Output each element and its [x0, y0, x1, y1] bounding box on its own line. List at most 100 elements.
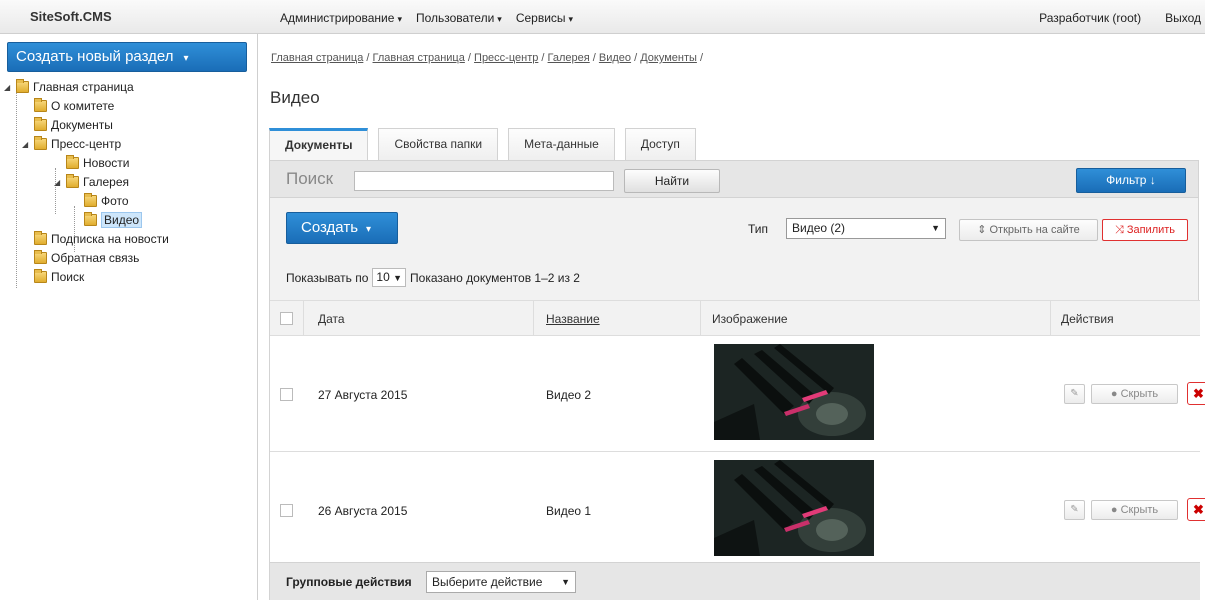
tree-item-feedback[interactable]: Обратная связь — [34, 249, 139, 267]
tree-item-label: Обратная связь — [51, 251, 140, 265]
column-divider — [1050, 301, 1051, 337]
table-header: Дата Название Изображение Действия — [270, 300, 1200, 337]
select-all-checkbox[interactable] — [280, 312, 293, 325]
folder-icon — [84, 212, 97, 226]
tree-item-label: Пресс-центр — [51, 137, 122, 151]
row-checkbox[interactable] — [280, 504, 293, 517]
menu-label: Администрирование — [280, 11, 395, 25]
hide-label: Скрыть — [1120, 504, 1159, 516]
user-area: Разработчик (root) Выход — [1039, 11, 1201, 25]
tree-item-home[interactable]: ◢ Главная страница — [4, 78, 134, 96]
group-actions-bar: Групповые действия Выберите действие ▼ — [270, 562, 1200, 600]
folder-icon — [66, 174, 79, 188]
column-image: Изображение — [712, 312, 788, 326]
shown-count-text: Показано документов 1–2 из 2 — [410, 270, 580, 285]
search-input[interactable] — [354, 171, 614, 191]
user-name-link[interactable]: Разработчик (root) — [1039, 11, 1141, 25]
per-page-select[interactable]: 10 ▼ — [372, 268, 407, 287]
delete-icon[interactable]: ✖ — [1187, 382, 1205, 405]
tree-item-committee[interactable]: О комитете — [34, 97, 114, 115]
tree-item-gallery[interactable]: ◢ Галерея — [54, 173, 129, 191]
tree-item-news[interactable]: Новости — [66, 154, 129, 172]
tree-item-label: Новости — [83, 156, 130, 170]
column-divider — [533, 301, 534, 337]
sidebar: Создать новый раздел ▾ ◢ Главная страница … — [0, 34, 258, 600]
tree-item-label: Фото — [101, 194, 129, 208]
folder-icon — [16, 79, 29, 93]
group-actions-label: Групповые действия — [286, 575, 412, 589]
tree-item-label: Подписка на новости — [51, 232, 169, 246]
tree-item-search[interactable]: Поиск — [34, 268, 84, 286]
menu-administration[interactable]: Администрирование ▾ — [280, 11, 402, 25]
tab-access[interactable]: Доступ — [624, 128, 696, 160]
folder-icon — [34, 250, 47, 264]
search-bar: Поиск Найти Фильтр ↓ — [269, 160, 1199, 198]
column-title-sort[interactable]: Название — [546, 312, 600, 326]
chevron-down-icon: ▾ — [397, 14, 402, 24]
logout-link[interactable]: Выход — [1165, 11, 1201, 25]
table-row[interactable]: 26 Августа 2015 Видео 1 ✎ ● Скрыть ✖ — [270, 452, 1205, 568]
edit-icon[interactable]: ✎ — [1064, 500, 1085, 520]
column-actions: Действия — [1061, 312, 1114, 326]
open-on-site-button[interactable]: ⇕ Открыть на сайте — [959, 219, 1098, 241]
group-action-select[interactable]: Выберите действие ▼ — [426, 571, 576, 593]
folder-icon — [34, 98, 47, 112]
tree-item-label: Документы — [51, 118, 113, 132]
paging-bar: Показывать по 10 ▼ Показано документов 1… — [286, 268, 580, 287]
find-button[interactable]: Найти — [624, 169, 720, 193]
tree-item-press-center[interactable]: ◢ Пресс-центр — [22, 135, 121, 153]
tree-item-label: О комитете — [51, 99, 115, 113]
app-logo[interactable]: SiteSoft.CMS — [30, 9, 112, 24]
delete-icon[interactable]: ✖ — [1187, 498, 1205, 521]
tab-documents[interactable]: Документы — [269, 128, 369, 161]
breadcrumb-link[interactable]: Документы — [640, 52, 697, 64]
edit-icon[interactable]: ✎ — [1064, 384, 1085, 404]
hide-button[interactable]: ● Скрыть — [1091, 500, 1178, 520]
tree-item-documents[interactable]: Документы — [34, 116, 113, 134]
dot-icon: ● — [1110, 504, 1118, 516]
type-label: Тип — [748, 222, 769, 236]
row-checkbox[interactable] — [280, 388, 293, 401]
type-select[interactable]: Видео (2) ▼ — [786, 218, 946, 239]
top-bar: SiteSoft.CMS Администрирование ▾ Пользова… — [0, 0, 1205, 34]
pin-button[interactable]: ⤨ Запилить — [1102, 219, 1188, 241]
hide-button[interactable]: ● Скрыть — [1091, 384, 1178, 404]
tree-item-video[interactable]: Видео — [84, 211, 143, 229]
collapse-icon[interactable]: ◢ — [4, 83, 14, 92]
breadcrumb-link[interactable]: Пресс-центр — [474, 52, 538, 64]
breadcrumb-link[interactable]: Главная страница — [271, 52, 363, 64]
video-thumbnail[interactable] — [714, 344, 874, 440]
folder-icon — [34, 117, 47, 131]
video-thumbnail[interactable] — [714, 460, 874, 556]
main-content: Главная страница / Главная страница / Пр… — [259, 34, 1205, 600]
row-date: 26 Августа 2015 — [318, 504, 408, 518]
breadcrumb-link[interactable]: Главная страница — [373, 52, 465, 64]
collapse-icon[interactable]: ◢ — [22, 140, 32, 149]
page-title: Видео — [270, 88, 320, 107]
row-title[interactable]: Видео 1 — [546, 504, 591, 518]
chevron-down-icon: ▾ — [366, 224, 372, 235]
create-section-label: Создать новый раздел — [16, 48, 174, 65]
folder-icon — [34, 269, 47, 283]
video-thumbnail-image — [714, 460, 874, 556]
row-title[interactable]: Видео 2 — [546, 388, 591, 402]
column-date: Дата — [318, 312, 345, 326]
folder-icon — [66, 155, 79, 169]
collapse-icon[interactable]: ◢ — [54, 178, 64, 187]
tree-item-photo[interactable]: Фото — [84, 192, 129, 210]
tab-metadata[interactable]: Мета-данные — [508, 128, 615, 160]
group-action-value: Выберите действие — [432, 575, 543, 589]
filter-button[interactable]: Фильтр ↓ — [1076, 168, 1186, 193]
tree-item-subscription[interactable]: Подписка на новости — [34, 230, 169, 248]
chevron-down-icon: ▾ — [183, 53, 189, 64]
breadcrumb-link[interactable]: Видео — [599, 52, 631, 64]
create-section-button[interactable]: Создать новый раздел ▾ — [7, 42, 247, 72]
menu-services[interactable]: Сервисы ▾ — [516, 11, 573, 25]
per-page-label: Показывать по — [286, 270, 369, 285]
breadcrumb-link[interactable]: Галерея — [548, 52, 590, 64]
tab-folder-properties[interactable]: Свойства папки — [378, 128, 499, 160]
menu-users[interactable]: Пользователи ▾ — [416, 11, 502, 25]
table-row[interactable]: 27 Августа 2015 Видео 2 ✎ ● Скрыть ✖ — [270, 336, 1205, 452]
create-document-button[interactable]: Создать ▾ — [286, 212, 398, 244]
column-divider — [303, 301, 304, 337]
